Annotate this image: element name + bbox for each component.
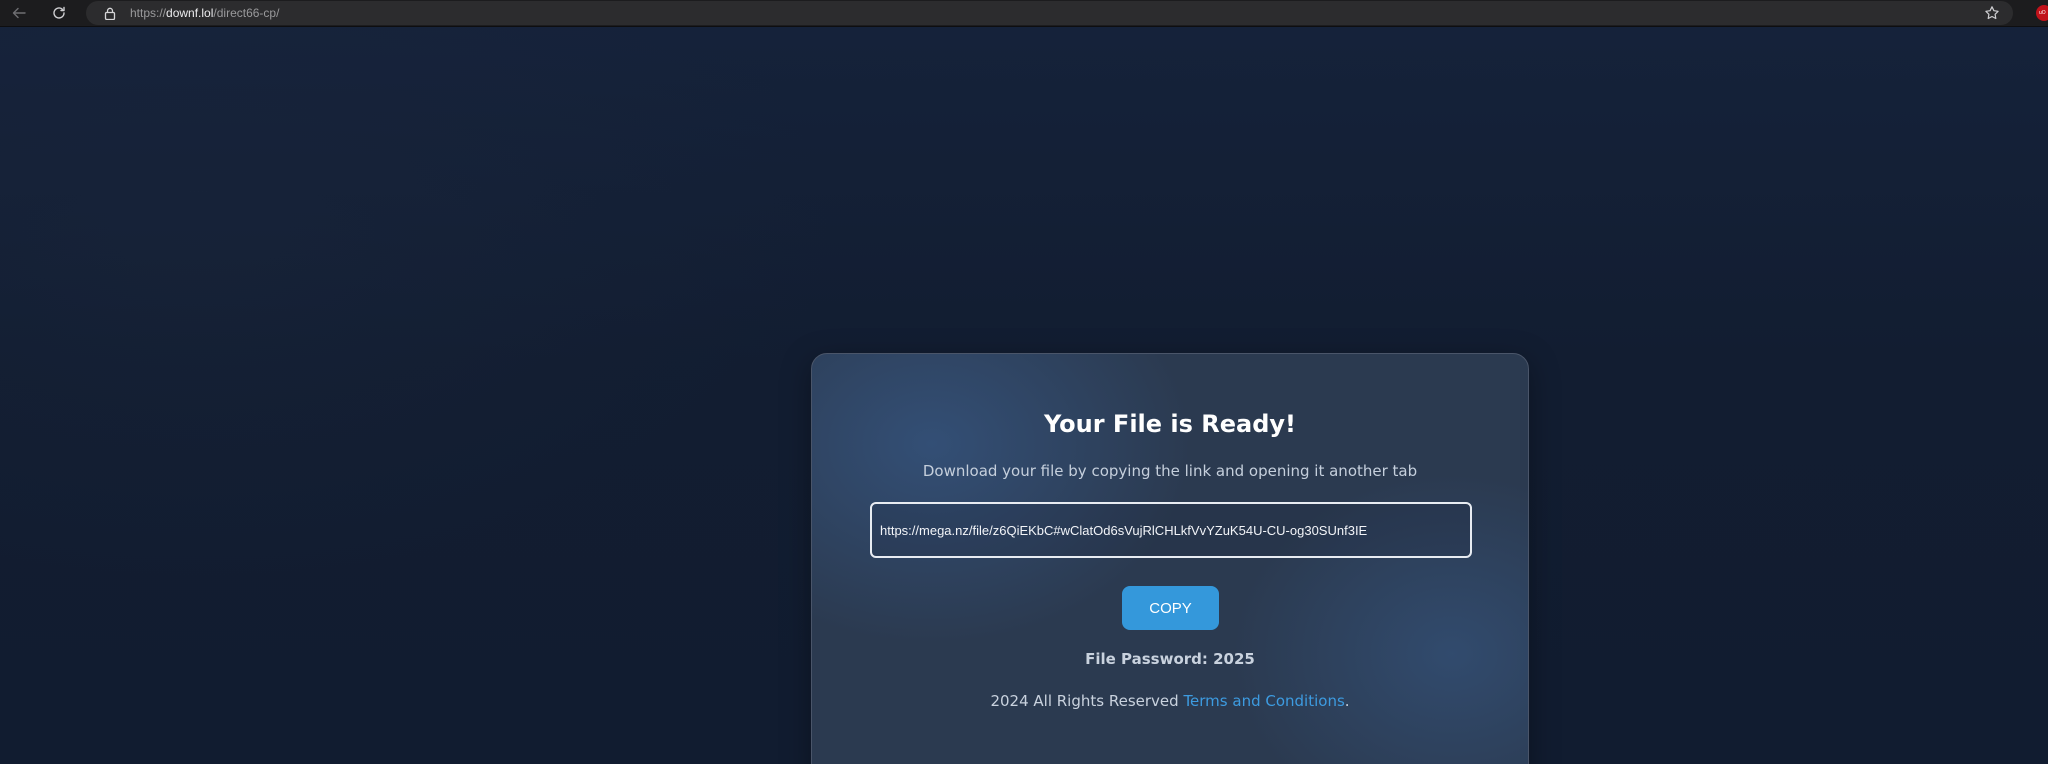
card-subtitle: Download your file by copying the link a… [922, 462, 1418, 480]
back-button[interactable] [7, 1, 31, 25]
url-text[interactable]: https://downf.lol/direct66-cp/ [130, 1, 279, 25]
arrow-left-icon [12, 7, 26, 19]
bookmark-button[interactable] [1983, 4, 2001, 22]
url-host: downf.lol [166, 6, 214, 20]
footer-text: 2024 All Rights Reserved Terms and Condi… [812, 692, 1528, 710]
file-password: File Password: 2025 [1085, 650, 1255, 668]
reload-button[interactable] [47, 1, 71, 25]
rights-text: 2024 All Rights Reserved [990, 692, 1179, 710]
copy-button[interactable]: COPY [1122, 586, 1219, 630]
browser-toolbar: https://downf.lol/direct66-cp/ uO [0, 0, 2048, 27]
download-link-field[interactable] [870, 502, 1472, 558]
terms-link[interactable]: Terms and Conditions [1183, 692, 1344, 710]
address-bar[interactable]: https://downf.lol/direct66-cp/ [86, 1, 2013, 25]
star-icon [1985, 6, 1999, 20]
card-title: Your File is Ready! [1043, 410, 1296, 438]
url-path: /direct66-cp/ [213, 6, 280, 20]
reload-icon [53, 6, 65, 19]
extension-badge-icon[interactable]: uO [2036, 5, 2048, 21]
url-scheme: https:// [130, 6, 167, 20]
footer-period: . [1344, 692, 1350, 710]
download-card: Your File is Ready! Download your file b… [811, 353, 1529, 764]
lock-icon[interactable] [103, 6, 117, 20]
